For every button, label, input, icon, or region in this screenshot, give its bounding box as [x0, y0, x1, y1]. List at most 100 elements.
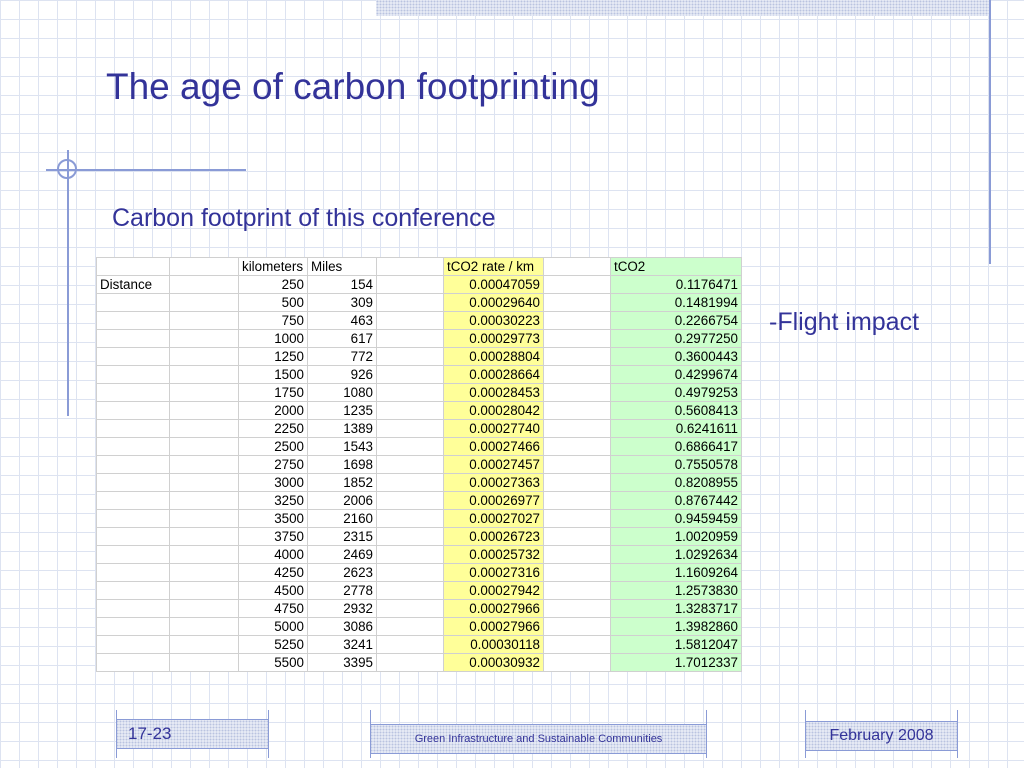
table-row: 5250 3241 0.00030118 1.5812047 [96, 635, 742, 654]
kilometers-cell: 5500 [238, 653, 308, 672]
tco2-cell: 1.3283717 [610, 599, 742, 618]
empty-cell [169, 383, 239, 402]
tco2-cell: 0.2977250 [610, 329, 742, 348]
empty-cell [169, 545, 239, 564]
kilometers-cell: 750 [238, 311, 308, 330]
tco2-cell: 1.1609264 [610, 563, 742, 582]
table-row: 1250 772 0.00028804 0.3600443 [96, 347, 742, 366]
table-row: 3750 2315 0.00026723 1.0020959 [96, 527, 742, 546]
empty-cell [543, 509, 611, 528]
empty-cell [169, 419, 239, 438]
footer-date-box: February 2008 [805, 721, 958, 751]
table-row: 1500 926 0.00028664 0.4299674 [96, 365, 742, 384]
tco2-cell: 0.2266754 [610, 311, 742, 330]
kilometers-cell: 4000 [238, 545, 308, 564]
top-decorative-band [376, 0, 990, 16]
empty-cell [376, 437, 444, 456]
table-row: 2000 1235 0.00028042 0.5608413 [96, 401, 742, 420]
miles-cell: 1235 [307, 401, 377, 420]
kilometers-cell: 250 [238, 275, 308, 294]
empty-cell [376, 617, 444, 636]
kilometers-cell: 1750 [238, 383, 308, 402]
table-row: 4000 2469 0.00025732 1.0292634 [96, 545, 742, 564]
tco2-cell: 0.4299674 [610, 365, 742, 384]
empty-cell [376, 293, 444, 312]
table-row: 750 463 0.00030223 0.2266754 [96, 311, 742, 330]
empty-cell [543, 527, 611, 546]
empty-cell [376, 599, 444, 618]
kilometers-cell: 3250 [238, 491, 308, 510]
slide-number: 17-23 [128, 724, 172, 743]
tco2-cell: 0.7550578 [610, 455, 742, 474]
rate-cell: 0.00027942 [443, 581, 544, 600]
tco2-cell: 0.5608413 [610, 401, 742, 420]
miles-cell: 1698 [307, 455, 377, 474]
row-label-cell [96, 365, 170, 384]
rate-cell: 0.00027316 [443, 563, 544, 582]
header-cell [543, 257, 611, 276]
table-row: 4500 2778 0.00027942 1.2573830 [96, 581, 742, 600]
spreadsheet-table: kilometers Miles tCO2 rate / km tCO2 Dis… [96, 257, 742, 672]
empty-cell [376, 455, 444, 474]
row-label-cell [96, 581, 170, 600]
table-row: 1000 617 0.00029773 0.2977250 [96, 329, 742, 348]
empty-cell [169, 599, 239, 618]
empty-cell [376, 545, 444, 564]
miles-cell: 2160 [307, 509, 377, 528]
empty-cell [376, 275, 444, 294]
rate-cell: 0.00028664 [443, 365, 544, 384]
footer-tick [805, 710, 806, 758]
row-label-cell [96, 491, 170, 510]
empty-cell [169, 329, 239, 348]
empty-cell [376, 365, 444, 384]
rate-cell: 0.00047059 [443, 275, 544, 294]
row-label-cell [96, 311, 170, 330]
kilometers-cell: 4250 [238, 563, 308, 582]
miles-cell: 3395 [307, 653, 377, 672]
table-row: 3250 2006 0.00026977 0.8767442 [96, 491, 742, 510]
miles-cell: 772 [307, 347, 377, 366]
miles-cell: 2315 [307, 527, 377, 546]
empty-cell [543, 455, 611, 474]
row-label-cell [96, 545, 170, 564]
table-row: 4750 2932 0.00027966 1.3283717 [96, 599, 742, 618]
empty-cell [169, 509, 239, 528]
kilometers-cell: 1250 [238, 347, 308, 366]
row-label-cell [96, 599, 170, 618]
empty-cell [543, 491, 611, 510]
rate-cell: 0.00029640 [443, 293, 544, 312]
tco2-cell: 1.0292634 [610, 545, 742, 564]
header-cell [96, 257, 170, 276]
empty-cell [169, 437, 239, 456]
rate-cell: 0.00030223 [443, 311, 544, 330]
empty-cell [169, 563, 239, 582]
miles-cell: 1543 [307, 437, 377, 456]
kilometers-cell: 4500 [238, 581, 308, 600]
empty-cell [376, 509, 444, 528]
miles-cell: 2778 [307, 581, 377, 600]
empty-cell [376, 635, 444, 654]
rate-cell: 0.00028042 [443, 401, 544, 420]
rate-cell: 0.00027363 [443, 473, 544, 492]
empty-cell [543, 401, 611, 420]
tco2-cell: 1.5812047 [610, 635, 742, 654]
empty-cell [169, 293, 239, 312]
table-row: 1750 1080 0.00028453 0.4979253 [96, 383, 742, 402]
empty-cell [169, 401, 239, 420]
row-label-cell [96, 383, 170, 402]
empty-cell [376, 653, 444, 672]
footer-title: Green Infrastructure and Sustainable Com… [414, 733, 663, 745]
table-row: Distance 250 154 0.00047059 0.1176471 [96, 275, 742, 294]
empty-cell [169, 635, 239, 654]
empty-cell [543, 293, 611, 312]
table-row: 500 309 0.00029640 0.1481994 [96, 293, 742, 312]
rate-cell: 0.00027966 [443, 599, 544, 618]
empty-cell [543, 617, 611, 636]
tco2-cell: 0.8767442 [610, 491, 742, 510]
table-header-row: kilometers Miles tCO2 rate / km tCO2 [96, 257, 742, 276]
tco2-cell: 0.1176471 [610, 275, 742, 294]
tco2-cell: 0.1481994 [610, 293, 742, 312]
empty-cell [376, 491, 444, 510]
table-row: 3000 1852 0.00027363 0.8208955 [96, 473, 742, 492]
kilometers-cell: 500 [238, 293, 308, 312]
